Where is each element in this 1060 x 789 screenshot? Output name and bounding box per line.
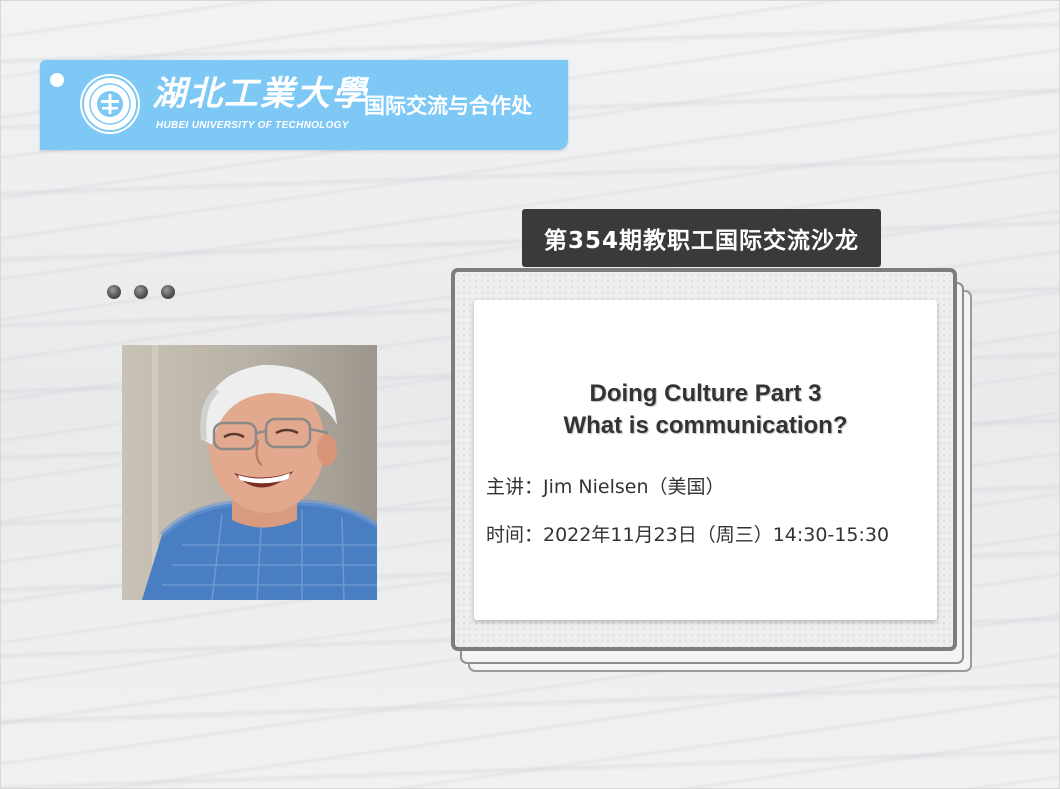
talk-title-line2: What is communication? bbox=[563, 412, 848, 439]
talk-title-line1: Doing Culture Part 3 bbox=[589, 380, 822, 407]
speaker-photo bbox=[122, 345, 377, 600]
speaker-line: 主讲：Jim Nielsen（美国） bbox=[486, 476, 725, 498]
dot-icon bbox=[161, 285, 175, 299]
talk-title: Doing Culture Part 3 What is communicati… bbox=[474, 378, 937, 442]
dot-icon bbox=[107, 285, 121, 299]
university-name-cn: 湖北工業大學 bbox=[152, 74, 368, 114]
department-name: 国际交流与合作处 bbox=[364, 94, 532, 118]
university-name-en: HUBEI UNIVERSITY OF TECHNOLOGY bbox=[156, 120, 349, 131]
salon-title-tag: 第354期教职工国际交流沙龙 bbox=[522, 209, 881, 267]
talk-info-card: Doing Culture Part 3 What is communicati… bbox=[474, 300, 937, 620]
dot-icon bbox=[134, 285, 148, 299]
university-seal-icon bbox=[80, 74, 140, 134]
ellipsis-dots-icon bbox=[107, 285, 175, 299]
header-banner: 湖北工業大學 HUBEI UNIVERSITY OF TECHNOLOGY 国际… bbox=[40, 60, 568, 150]
banner-hole bbox=[50, 73, 64, 87]
time-line: 时间：2022年11月23日（周三）14:30-15:30 bbox=[486, 524, 890, 546]
